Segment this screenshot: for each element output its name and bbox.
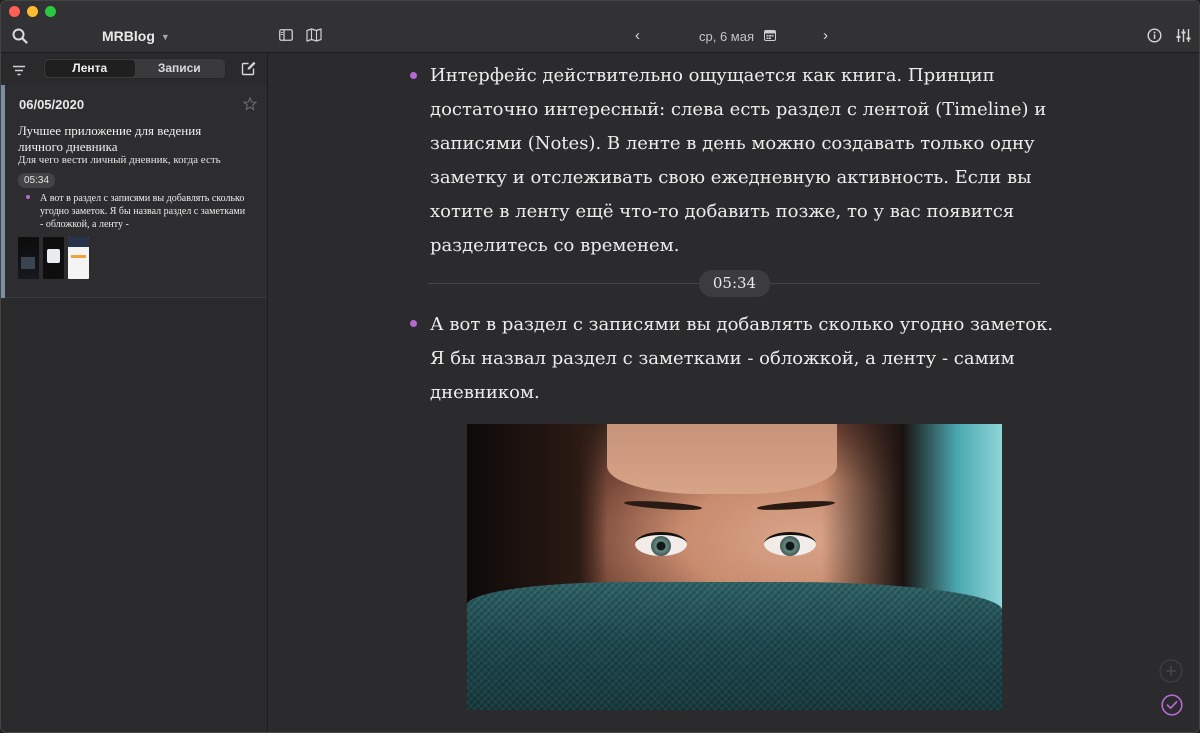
thumbnail-image[interactable] <box>68 237 89 279</box>
check-circle-icon[interactable] <box>1161 694 1183 716</box>
chevron-down-icon: ▼ <box>160 31 170 42</box>
entry-thumbnails <box>18 237 89 279</box>
sidebar: Лента Записи 06/05/2020 Лучшее приложени… <box>1 54 268 732</box>
info-icon[interactable] <box>1146 27 1162 43</box>
entry-excerpt: А вот в раздел с записями вы добавлять с… <box>40 193 246 230</box>
star-icon[interactable] <box>242 96 258 111</box>
compose-icon[interactable] <box>241 60 257 76</box>
sliders-icon[interactable] <box>1175 27 1191 43</box>
app-window: MRBlog ▼ ‹ ср, 6 мая › Лента Записи 06/0… <box>0 0 1200 733</box>
toolbar: MRBlog ▼ ‹ ср, 6 мая › <box>1 1 1199 53</box>
thumbnail-image[interactable] <box>18 237 39 279</box>
selection-accent-bar <box>1 85 5 298</box>
tab-timeline[interactable]: Лента <box>45 60 135 77</box>
add-icon[interactable] <box>1159 659 1183 683</box>
entry-date: 06/05/2020 <box>19 97 85 112</box>
thumbnail-image[interactable] <box>43 237 64 279</box>
maximize-window-button[interactable] <box>45 6 56 17</box>
window-controls <box>9 6 56 17</box>
previous-day-button[interactable]: ‹ <box>635 27 640 44</box>
minimize-window-button[interactable] <box>27 6 38 17</box>
view-switcher: Лента Записи <box>43 58 226 79</box>
bullet-icon <box>410 72 417 79</box>
map-icon[interactable] <box>305 27 322 43</box>
entry-paragraph[interactable]: Интерфейс действительно ощущается как кн… <box>430 59 1070 263</box>
close-window-button[interactable] <box>9 6 20 17</box>
time-badge: 05:34 <box>699 270 770 297</box>
entry-photo[interactable] <box>467 424 1002 710</box>
tab-notes[interactable]: Записи <box>135 60 225 77</box>
entry-editor[interactable]: Интерфейс действительно ощущается как кн… <box>269 54 1199 732</box>
date-navigator: ‹ ср, 6 мая › <box>631 27 841 45</box>
bullet-icon <box>26 195 30 199</box>
filter-icon[interactable] <box>12 63 26 76</box>
entry-time-badge: 05:34 <box>18 173 56 188</box>
entry-subtitle: Для чего вести личный дневник, когда ест… <box>18 154 221 166</box>
entry-paragraph[interactable]: А вот в раздел с записями вы добавлять с… <box>430 308 1070 410</box>
calendar-icon[interactable] <box>764 28 776 41</box>
bullet-icon <box>410 320 417 327</box>
journal-entry-item[interactable]: 06/05/2020 Лучшее приложение для ведения… <box>1 85 267 298</box>
journal-selector[interactable]: MRBlog ▼ <box>102 28 170 44</box>
current-date-label[interactable]: ср, 6 мая <box>699 29 754 44</box>
sidebar-toggle-icon[interactable] <box>278 28 294 42</box>
search-icon[interactable] <box>11 27 29 45</box>
next-day-button[interactable]: › <box>823 27 828 44</box>
app-title: MRBlog <box>102 28 155 44</box>
entry-title: Лучшее приложение для ведения личного дн… <box>18 123 202 154</box>
